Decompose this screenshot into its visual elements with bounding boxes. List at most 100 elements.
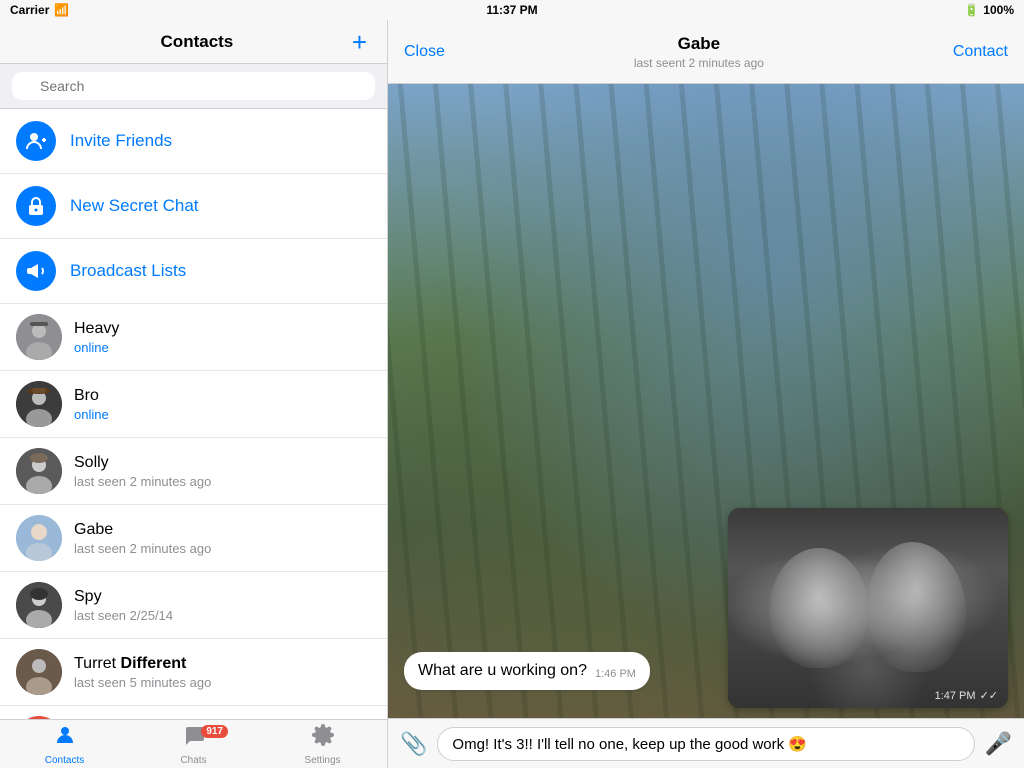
message-image-wrap: 1:47 PM ✓✓ [728,508,1008,708]
contact-item-gabe[interactable]: Gabe last seen 2 minutes ago [0,505,387,572]
add-contact-button[interactable]: + [348,29,371,55]
battery-icon: 🔋 [964,3,979,17]
contact-name-turret: Turret Different [74,655,371,673]
contact-button[interactable]: Contact [953,43,1008,61]
input-bar: 📎 🎤 [388,718,1024,768]
checkmarks-icon: ✓✓ [980,689,998,702]
contact-item-gordon[interactable]: G Gordon last seen 10/10/07 [0,706,387,719]
person-icon [53,723,77,747]
chat-header-center: Gabe last seent 2 minutes ago [634,34,764,70]
message-image [728,508,1008,708]
avatar-solly [16,448,62,494]
right-panel: Close Gabe last seent 2 minutes ago Cont… [388,20,1024,768]
avatar-bro [16,381,62,427]
chats-badge: 917 [201,725,228,738]
contact-name-spy: Spy [74,588,371,606]
person-add-icon [25,130,47,152]
status-bar-left: Carrier 📶 [10,3,69,17]
avatar-gabe-img [16,515,62,561]
search-wrap: 🔍 [12,72,375,100]
tab-contacts[interactable]: Contacts [0,723,129,766]
close-button[interactable]: Close [404,43,445,61]
contact-item-heavy[interactable]: Heavy online [0,304,387,371]
contact-info-bro: Bro online [74,387,371,422]
contact-status-turret: last seen 5 minutes ago [74,675,371,690]
new-secret-chat-item[interactable]: New Secret Chat [0,174,387,239]
lock-chat-icon [25,195,47,217]
tab-settings[interactable]: Settings [258,723,387,766]
messages-area: What are u working on? 1:46 PM 1:47 PM ✓… [388,642,1024,718]
search-input[interactable] [12,72,375,100]
contact-name-heavy: Heavy [74,320,371,338]
avatar-gabe [16,515,62,561]
image-time-text: 1:47 PM [935,690,976,702]
avatar-spy-img [16,582,62,628]
carrier-label: Carrier [10,3,49,17]
invite-friends-icon [16,121,56,161]
contacts-title: Contacts [46,32,348,52]
contact-status-gabe: last seen 2 minutes ago [74,541,371,556]
contacts-tab-icon [53,723,77,753]
status-bar-right: 🔋 100% [964,3,1014,17]
contact-info-spy: Spy last seen 2/25/14 [74,588,371,623]
tab-chats[interactable]: 917 Chats [129,723,258,766]
avatar-spy [16,582,62,628]
contact-info-solly: Solly last seen 2 minutes ago [74,454,371,489]
invite-friends-label: Invite Friends [70,131,172,151]
avatar-solly-img [16,448,62,494]
mic-button[interactable]: 🎤 [985,731,1012,757]
message-image-time: 1:47 PM ✓✓ [935,689,998,702]
tab-settings-label: Settings [304,755,340,766]
avatar-turret-img [16,649,62,695]
contact-info-gabe: Gabe last seen 2 minutes ago [74,521,371,556]
avatar-heavy [16,314,62,360]
contact-info-turret: Turret Different last seen 5 minutes ago [74,655,371,690]
megaphone-icon [25,260,47,282]
new-secret-chat-label: New Secret Chat [70,196,199,216]
chat-name: Gabe [634,34,764,54]
contact-item-spy[interactable]: Spy last seen 2/25/14 [0,572,387,639]
contact-name-solly: Solly [74,454,371,472]
chat-input-field[interactable] [437,727,974,761]
broadcast-lists-icon [16,251,56,291]
tab-chats-label: Chats [180,755,206,766]
status-bar: Carrier 📶 11:37 PM 🔋 100% [0,0,1024,20]
chat-body: What are u working on? 1:46 PM 1:47 PM ✓… [388,84,1024,718]
contacts-header: Contacts + [0,20,387,64]
contact-info-heavy: Heavy online [74,320,371,355]
chat-header: Close Gabe last seent 2 minutes ago Cont… [388,20,1024,84]
message-time-1: 1:46 PM [595,668,636,680]
contact-status-bro: online [74,407,371,422]
new-secret-chat-icon [16,186,56,226]
broadcast-lists-item[interactable]: Broadcast Lists [0,239,387,304]
wifi-icon: 📶 [54,3,69,17]
invite-friends-item[interactable]: Invite Friends [0,109,387,174]
left-panel: Contacts + 🔍 In [0,20,388,768]
contacts-list: Invite Friends New Secret Chat [0,109,387,719]
avatar-turret [16,649,62,695]
tab-bar: Contacts 917 Chats Settings [0,719,387,768]
contact-name-bro: Bro [74,387,371,405]
chat-status: last seent 2 minutes ago [634,56,764,70]
battery-label: 100% [983,3,1014,17]
contact-item-bro[interactable]: Bro online [0,371,387,438]
contact-status-heavy: online [74,340,371,355]
contact-status-spy: last seen 2/25/14 [74,608,371,623]
avatar-bro-img [16,381,62,427]
attach-button[interactable]: 📎 [400,731,427,757]
contact-item-turret[interactable]: Turret Different last seen 5 minutes ago [0,639,387,706]
broadcast-lists-label: Broadcast Lists [70,261,186,281]
photo-simulation [728,508,1008,708]
contact-status-solly: last seen 2 minutes ago [74,474,371,489]
main-layout: Contacts + 🔍 In [0,20,1024,768]
tab-contacts-label: Contacts [45,755,84,766]
gear-icon [311,723,335,747]
status-bar-time: 11:37 PM [486,3,537,17]
settings-tab-icon [311,723,335,753]
avatar-heavy-img [16,314,62,360]
contact-name-gabe: Gabe [74,521,371,539]
contact-item-solly[interactable]: Solly last seen 2 minutes ago [0,438,387,505]
message-bubble-1: What are u working on? 1:46 PM [404,652,650,690]
search-bar: 🔍 [0,64,387,109]
message-text-1: What are u working on? [418,662,587,680]
